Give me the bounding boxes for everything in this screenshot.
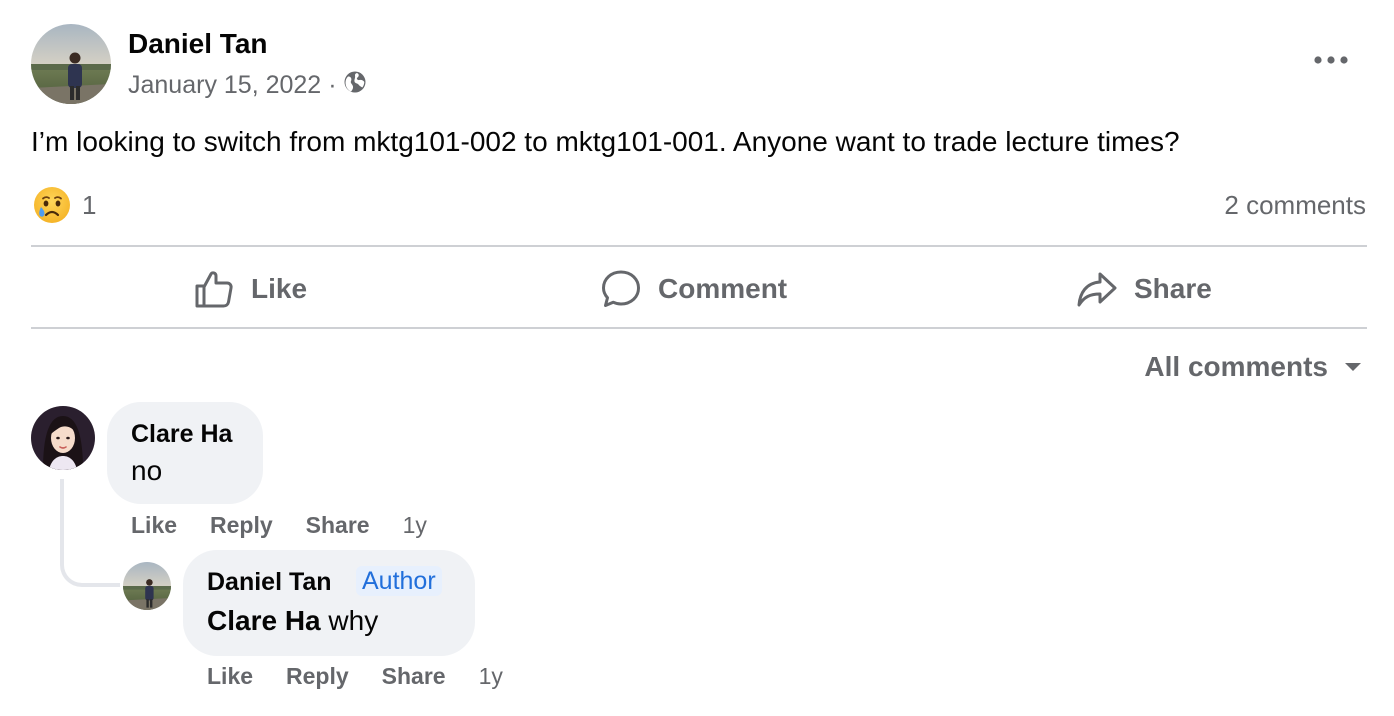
comment-text: no (131, 455, 163, 486)
comment-bubble-icon (602, 270, 640, 307)
comment-bubble (107, 402, 263, 504)
more-horizontal-icon (1314, 56, 1348, 64)
mention-tag[interactable]: Clare Ha (207, 605, 321, 636)
reply-actions: Like Reply Share 1y (207, 661, 503, 691)
comment-label: Comment (658, 273, 788, 304)
globe-icon (343, 70, 367, 101)
share-button[interactable]: Share (1076, 262, 1212, 316)
sad-reaction-icon[interactable] (33, 186, 71, 224)
like-button[interactable]: Like (193, 262, 307, 316)
reaction-count[interactable]: 1 (82, 186, 96, 224)
like-label: Like (251, 273, 308, 304)
comment-reply-button[interactable]: Reply (210, 512, 273, 539)
commenter-avatar[interactable] (31, 406, 95, 470)
reply-share-button[interactable]: Share (382, 663, 446, 690)
divider-bottom (31, 327, 1367, 329)
comment-actions: Like Reply Share 1y (131, 510, 427, 540)
comment-button[interactable]: Comment (600, 262, 787, 316)
post-author-avatar[interactable] (31, 24, 111, 104)
post-date[interactable]: January 15, 2022 (128, 71, 321, 100)
divider-top (31, 245, 1367, 247)
meta-separator: · (328, 70, 337, 99)
comment-count[interactable]: 2 comments (1224, 186, 1366, 224)
reply-like-button[interactable]: Like (207, 663, 253, 690)
share-label: Share (1134, 273, 1212, 304)
reply-text-body: why (328, 605, 379, 636)
share-arrow-icon (1077, 272, 1117, 307)
reply-author-name[interactable]: Daniel Tan (207, 567, 332, 597)
post-meta: January 15, 2022 · (128, 68, 367, 102)
reply-text: Clare Ha why (207, 604, 378, 638)
reply-timestamp[interactable]: 1y (479, 663, 503, 690)
caret-down-icon (1345, 363, 1361, 371)
comments-sort-dropdown[interactable]: All comments (1144, 348, 1362, 386)
comments-sort-label: All comments (1144, 351, 1328, 382)
comment-share-button[interactable]: Share (306, 512, 370, 539)
author-badge: Author (356, 566, 442, 596)
reply-thread-line (60, 479, 120, 587)
commenter-name[interactable]: Clare Ha (131, 419, 232, 449)
thumbs-up-icon (195, 271, 233, 308)
post-options-button[interactable] (1306, 46, 1356, 74)
reply-reply-button[interactable]: Reply (286, 663, 349, 690)
comment-like-button[interactable]: Like (131, 512, 177, 539)
comment-timestamp[interactable]: 1y (403, 512, 427, 539)
post-text: I’m looking to switch from mktg101-002 t… (31, 126, 1180, 157)
reply-author-avatar[interactable] (123, 562, 171, 610)
post-author-name[interactable]: Daniel Tan (128, 26, 268, 62)
